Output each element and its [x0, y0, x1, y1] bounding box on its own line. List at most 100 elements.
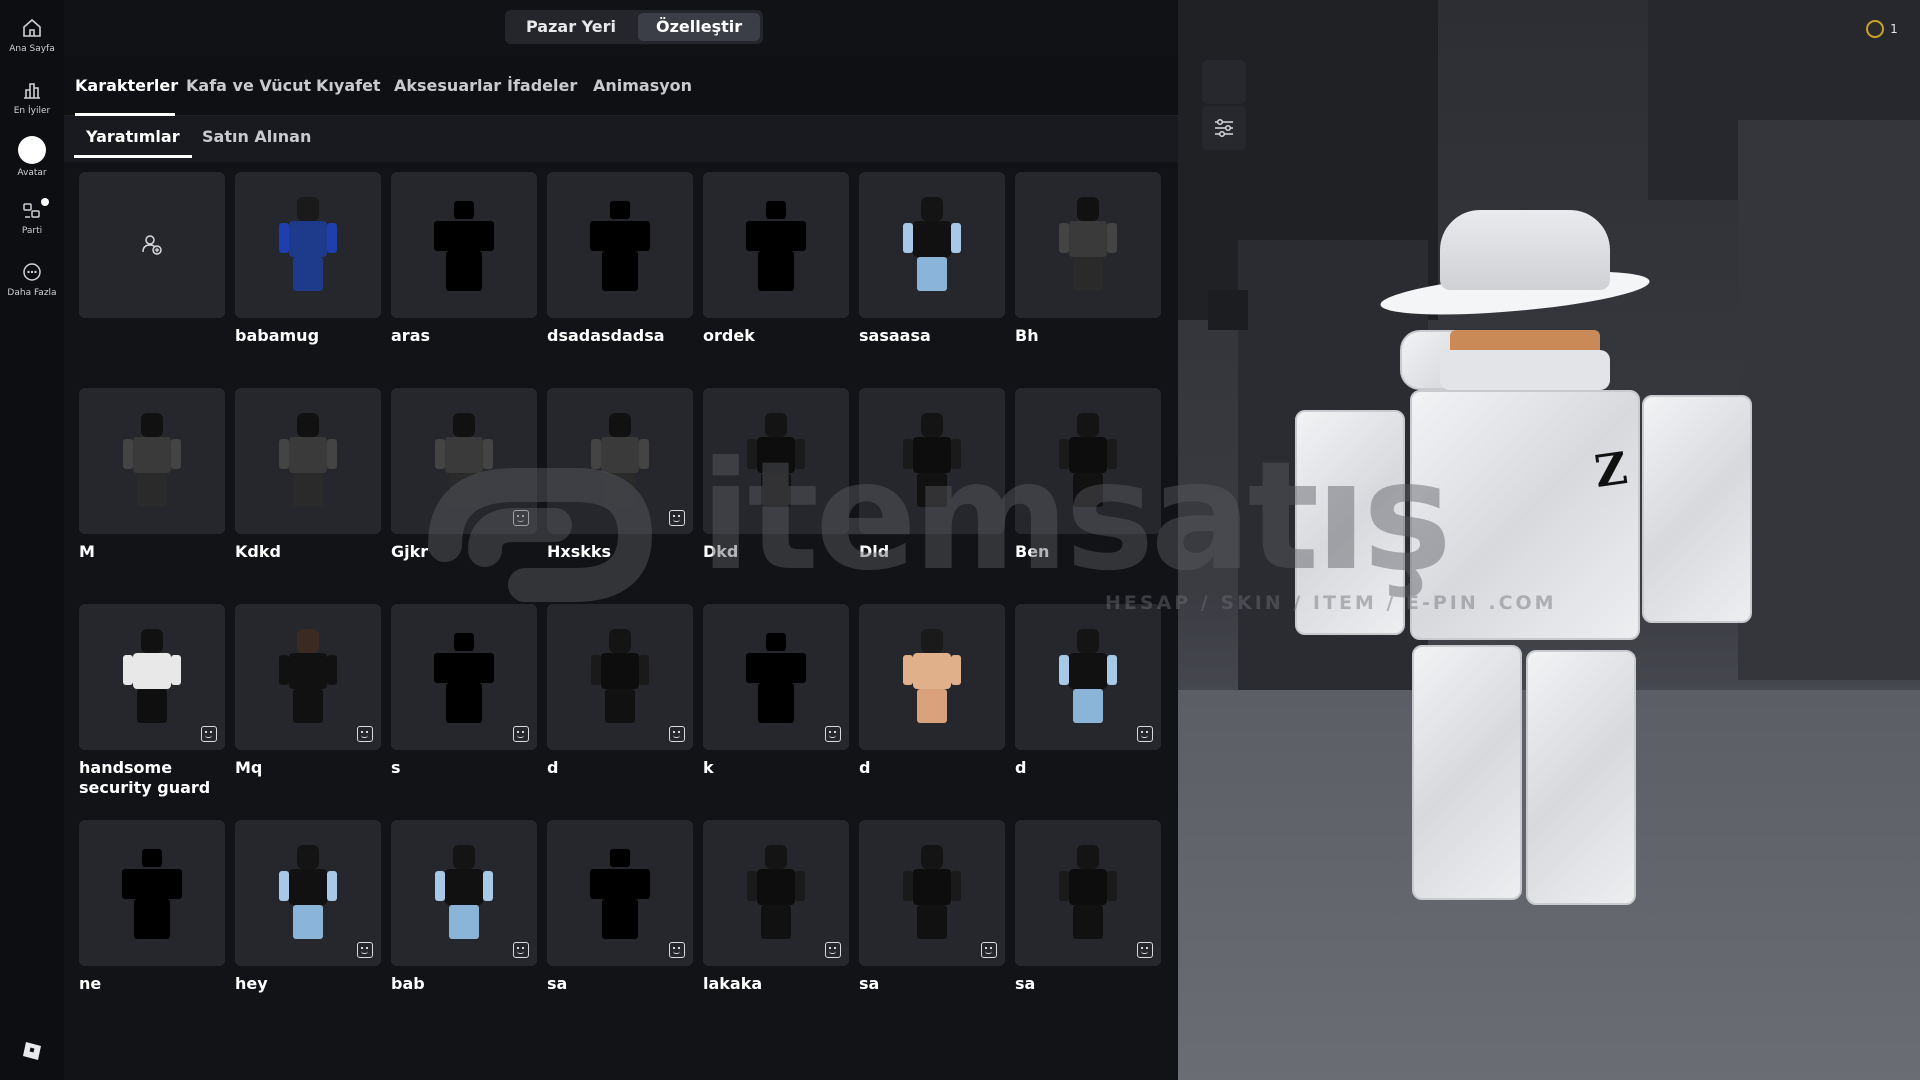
left-nav-rail: Ana Sayfa En İyiler Avatar Parti Daha Fa…	[0, 0, 64, 1080]
character-card[interactable]: hey	[235, 820, 381, 994]
nav-more[interactable]: Daha Fazla	[0, 260, 64, 298]
avatar-figure	[279, 845, 337, 941]
character-thumbnail[interactable]	[703, 604, 849, 750]
robux-amount: 1	[1890, 22, 1898, 36]
tab-creations[interactable]: Yaratımlar	[74, 116, 192, 158]
character-card[interactable]: Kdkd	[235, 388, 381, 562]
avatar-figure	[903, 845, 961, 941]
tab-emotes[interactable]: İfadeler	[507, 56, 577, 116]
character-thumbnail[interactable]	[547, 820, 693, 966]
character-thumbnail[interactable]	[859, 388, 1005, 534]
home-icon	[23, 18, 41, 37]
character-thumbnail[interactable]	[1015, 172, 1161, 318]
viewport-settings-button[interactable]	[1202, 106, 1246, 150]
character-thumbnail[interactable]	[235, 172, 381, 318]
character-card[interactable]: d	[547, 604, 693, 778]
character-card[interactable]: lakaka	[703, 820, 849, 994]
character-card[interactable]: Gjkr	[391, 388, 537, 562]
character-thumbnail[interactable]	[79, 388, 225, 534]
character-thumbnail[interactable]	[1015, 820, 1161, 966]
character-name: babamug	[235, 326, 320, 345]
character-card[interactable]: sa	[859, 820, 1005, 994]
character-card[interactable]: Ben	[1015, 388, 1161, 562]
avatar-figure	[903, 413, 961, 509]
face-badge-icon	[357, 942, 373, 958]
nav-home[interactable]: Ana Sayfa	[0, 16, 64, 54]
tab-marketplace[interactable]: Pazar Yeri	[508, 13, 634, 41]
character-card[interactable]: sa	[547, 820, 693, 994]
tab-clothing[interactable]: Kıyafet	[316, 56, 381, 116]
character-card[interactable]: sasaasa	[859, 172, 1005, 346]
character-card[interactable]: babamug	[235, 172, 381, 346]
character-card[interactable]: k	[703, 604, 849, 778]
robux-balance[interactable]: 1	[1856, 10, 1908, 48]
create-character-icon	[142, 235, 162, 255]
character-card[interactable]: Hxskks	[547, 388, 693, 562]
character-thumbnail[interactable]	[1015, 604, 1161, 750]
tab-purchased[interactable]: Satın Alınan	[202, 116, 311, 158]
character-thumbnail[interactable]	[235, 604, 381, 750]
character-card[interactable]: ne	[79, 820, 225, 994]
character-card[interactable]: ordek	[703, 172, 849, 346]
character-card[interactable]: Dkd	[703, 388, 849, 562]
character-name: d	[859, 758, 871, 777]
character-thumbnail[interactable]	[703, 172, 849, 318]
avatar-editor-panel: Karakterler Kafa ve Vücut Kıyafet Aksesu…	[64, 56, 1178, 1080]
character-card[interactable]: Bh	[1015, 172, 1161, 346]
roblox-logo-icon[interactable]	[21, 1040, 43, 1062]
character-thumbnail[interactable]	[859, 604, 1005, 750]
viewport-toggle-button[interactable]	[1202, 60, 1246, 104]
character-thumbnail[interactable]	[79, 604, 225, 750]
nav-charts[interactable]: En İyiler	[0, 78, 64, 116]
tab-animation[interactable]: Animasyon	[593, 56, 692, 116]
tab-characters[interactable]: Karakterler	[75, 56, 178, 116]
character-thumbnail[interactable]	[235, 388, 381, 534]
character-name: d	[1015, 758, 1027, 777]
face-badge-icon	[669, 726, 685, 742]
nav-party[interactable]: Parti	[0, 198, 64, 236]
avatar-figure	[1059, 845, 1117, 941]
character-name: k	[703, 758, 714, 777]
character-card[interactable]: Mq	[235, 604, 381, 778]
character-card[interactable]: bab	[391, 820, 537, 994]
character-thumbnail[interactable]	[859, 172, 1005, 318]
nav-avatar[interactable]: Avatar	[0, 136, 64, 178]
character-thumbnail[interactable]	[391, 388, 537, 534]
character-card[interactable]: sa	[1015, 820, 1161, 994]
character-thumbnail[interactable]	[391, 604, 537, 750]
character-name: ordek	[703, 326, 755, 345]
sliders-icon	[1215, 118, 1233, 138]
character-card[interactable]: d	[1015, 604, 1161, 778]
character-name: s	[391, 758, 401, 777]
character-thumbnail[interactable]	[547, 172, 693, 318]
scarf	[1440, 350, 1610, 390]
character-thumbnail[interactable]	[547, 388, 693, 534]
character-card[interactable]: aras	[391, 172, 537, 346]
character-thumbnail[interactable]	[547, 604, 693, 750]
face-badge-icon	[981, 942, 997, 958]
create-character-card[interactable]	[79, 172, 225, 318]
silhouette-figure	[434, 201, 494, 291]
character-thumbnail[interactable]	[859, 820, 1005, 966]
tab-head-body[interactable]: Kafa ve Vücut	[186, 56, 311, 116]
character-card[interactable]: Dld	[859, 388, 1005, 562]
character-card[interactable]: d	[859, 604, 1005, 778]
character-card[interactable]: dsadasdadsa	[547, 172, 693, 346]
character-card[interactable]: s	[391, 604, 537, 778]
tab-accessories[interactable]: Aksesuarlar	[394, 56, 501, 116]
tab-customize[interactable]: Özelleştir	[638, 13, 761, 41]
avatar-icon	[18, 136, 46, 164]
character-thumbnail[interactable]	[235, 820, 381, 966]
character-thumbnail[interactable]	[79, 172, 225, 318]
character-thumbnail[interactable]	[703, 388, 849, 534]
avatar-figure	[435, 413, 493, 509]
character-thumbnail[interactable]	[391, 820, 537, 966]
character-thumbnail[interactable]	[703, 820, 849, 966]
character-thumbnail[interactable]	[1015, 388, 1161, 534]
avatar-figure	[1059, 413, 1117, 509]
character-thumbnail[interactable]	[391, 172, 537, 318]
character-card[interactable]: M	[79, 388, 225, 562]
character-thumbnail[interactable]	[79, 820, 225, 966]
character-name: ne	[79, 974, 102, 993]
character-card[interactable]: handsome security guard	[79, 604, 225, 798]
